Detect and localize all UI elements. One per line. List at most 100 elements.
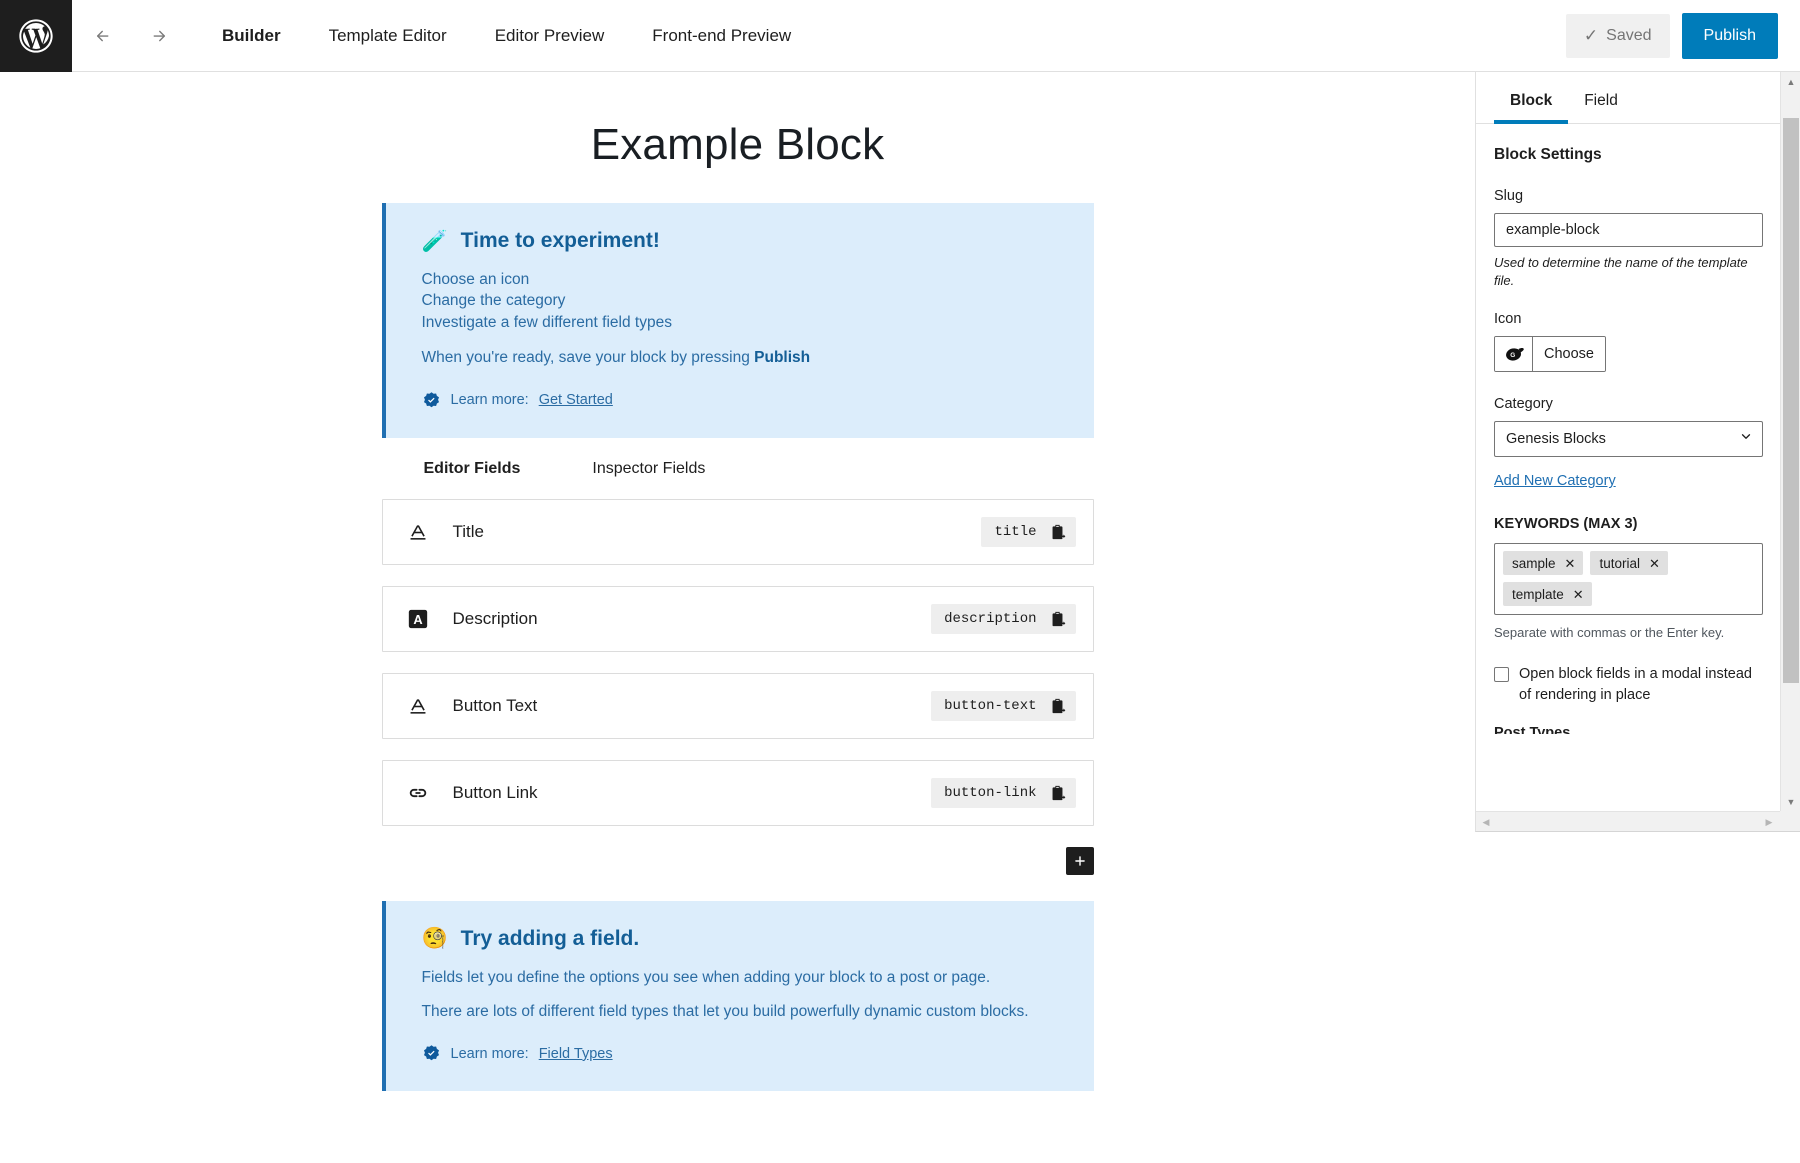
get-started-link[interactable]: Get Started [539, 392, 613, 408]
field-label: Button Link [453, 783, 538, 803]
field-slug-text: button-link [944, 785, 1036, 801]
inspector-sidebar-scroll-content: Block Field Block Settings Slug Used to … [1476, 72, 1781, 812]
inspector-tab-block[interactable]: Block [1494, 92, 1568, 123]
notice-heading: Try adding a field. [461, 927, 640, 951]
copy-to-clipboard-icon[interactable] [1049, 697, 1066, 715]
monocle-face-icon: 🧐 [422, 928, 448, 949]
nav-tab-frontend-preview[interactable]: Front-end Preview [628, 0, 815, 72]
add-new-category-link[interactable]: Add New Category [1494, 473, 1616, 489]
remove-keyword-icon[interactable]: ✕ [1649, 557, 1660, 570]
notice-try-adding-a-field: 🧐 Try adding a field. Fields let you def… [382, 901, 1094, 1092]
undo-arrow-icon[interactable] [88, 19, 122, 53]
copy-to-clipboard-icon[interactable] [1049, 610, 1066, 628]
scroll-left-arrow-icon[interactable]: ◀ [1476, 812, 1496, 832]
keywords-help-text: Separate with commas or the Enter key. [1494, 624, 1763, 642]
field-row-button-link[interactable]: Button Link button-link [382, 760, 1094, 826]
field-types-link[interactable]: Field Types [539, 1046, 613, 1062]
keyword-token-label: template [1512, 587, 1564, 602]
scroll-right-arrow-icon[interactable]: ▶ [1759, 812, 1779, 832]
add-field-row [382, 847, 1094, 875]
scrollbar-corner [1780, 811, 1800, 831]
field-row-button-text[interactable]: Button Text button-text [382, 673, 1094, 739]
nav-tab-template-editor[interactable]: Template Editor [305, 0, 471, 72]
notice-heading-row: 🧐 Try adding a field. [422, 927, 1060, 951]
topbar-actions: ✓ Saved Publish [1566, 13, 1800, 59]
icon-picker: G Choose [1494, 336, 1606, 372]
learn-more-label: Learn more: [451, 392, 529, 408]
keyword-token: template ✕ [1503, 582, 1592, 606]
notice-line-field-types-many: There are lots of different field types … [422, 1001, 1060, 1022]
category-select[interactable]: Genesis Blocks [1494, 421, 1763, 457]
learn-more-row-get-started: Learn more: Get Started [422, 391, 1060, 410]
field-group-tabs: Editor Fields Inspector Fields [382, 460, 1094, 481]
tab-inspector-fields[interactable]: Inspector Fields [592, 460, 705, 481]
redo-arrow-icon[interactable] [140, 19, 174, 53]
field-label: Button Text [453, 696, 538, 716]
text-underline-icon [405, 519, 431, 545]
keywords-label: Keywords (max 3) [1494, 516, 1763, 532]
svg-text:G: G [1510, 352, 1515, 359]
tab-editor-fields[interactable]: Editor Fields [424, 460, 521, 481]
nav-tab-editor-preview[interactable]: Editor Preview [471, 0, 629, 72]
sidebar-vertical-scrollbar[interactable]: ▲ ▼ [1780, 72, 1800, 812]
link-icon [405, 780, 431, 806]
modal-checkbox-row[interactable]: Open block fields in a modal instead of … [1494, 664, 1763, 708]
saved-status-button[interactable]: ✓ Saved [1566, 14, 1670, 58]
inspector-tab-field[interactable]: Field [1568, 92, 1634, 123]
check-icon: ✓ [1584, 26, 1598, 46]
nav-tab-builder[interactable]: Builder [198, 0, 305, 72]
spacer [422, 333, 1060, 347]
learn-more-row-field-types: Learn more: Field Types [422, 1044, 1060, 1063]
page-title[interactable]: Example Block [0, 72, 1475, 170]
keyword-token: sample ✕ [1503, 551, 1583, 575]
svg-text:A: A [413, 612, 422, 627]
keyword-token: tutorial ✕ [1590, 551, 1667, 575]
genesis-g-icon[interactable]: G [1495, 337, 1533, 371]
editor-mode-tabs: Builder Template Editor Editor Preview F… [198, 0, 815, 72]
category-label: Category [1494, 396, 1763, 412]
notice-ready-bold: Publish [754, 349, 810, 366]
modal-checkbox[interactable] [1494, 667, 1509, 682]
choose-icon-button[interactable]: Choose [1533, 337, 1605, 371]
keyword-token-label: tutorial [1599, 556, 1640, 571]
field-slug-text: description [944, 611, 1036, 627]
field-slug-text: title [994, 524, 1036, 540]
scroll-up-arrow-icon[interactable]: ▲ [1781, 72, 1800, 92]
field-slug-chip: title [981, 517, 1075, 547]
badge-check-icon [422, 391, 441, 410]
scroll-down-arrow-icon[interactable]: ▼ [1781, 792, 1800, 812]
saved-status-label: Saved [1606, 27, 1651, 45]
modal-checkbox-label: Open block fields in a modal instead of … [1519, 664, 1763, 708]
notice-line-ready: When you're ready, save your block by pr… [422, 347, 1060, 368]
post-types-heading-cutoff: Post Types [1494, 725, 1763, 734]
remove-keyword-icon[interactable]: ✕ [1565, 557, 1576, 570]
add-field-button[interactable] [1066, 847, 1094, 875]
field-row-description[interactable]: A Description description [382, 586, 1094, 652]
field-label: Description [453, 609, 538, 629]
copy-to-clipboard-icon[interactable] [1049, 784, 1066, 802]
badge-check-icon [422, 1044, 441, 1063]
history-controls [88, 19, 174, 53]
publish-button[interactable]: Publish [1682, 13, 1778, 59]
learn-more-label: Learn more: [451, 1046, 529, 1062]
notice-heading-row: 🧪 Time to experiment! [422, 229, 1060, 253]
sidebar-horizontal-scrollbar[interactable]: ◀ ▶ [1476, 811, 1800, 831]
field-row-title[interactable]: Title title [382, 499, 1094, 565]
wordpress-logo-button[interactable] [0, 0, 72, 72]
field-label: Title [453, 522, 485, 542]
field-slug-chip: button-text [931, 691, 1075, 721]
keywords-token-input[interactable]: sample ✕ tutorial ✕ template ✕ [1494, 543, 1763, 615]
sidebar-vertical-scroll-thumb[interactable] [1783, 118, 1799, 683]
top-toolbar: Builder Template Editor Editor Preview F… [0, 0, 1800, 72]
copy-to-clipboard-icon[interactable] [1049, 523, 1066, 541]
field-slug-chip: description [931, 604, 1075, 634]
remove-keyword-icon[interactable]: ✕ [1573, 588, 1584, 601]
field-slug-chip: button-link [931, 778, 1075, 808]
slug-input[interactable] [1494, 213, 1763, 247]
wordpress-logo-icon [16, 16, 56, 56]
test-tube-icon: 🧪 [422, 231, 448, 252]
field-slug-text: button-text [944, 698, 1036, 714]
notice-ready-text: When you're ready, save your block by pr… [422, 349, 755, 366]
inspector-tabs: Block Field [1476, 72, 1781, 124]
notice-line-change-category: Change the category [422, 290, 1060, 311]
